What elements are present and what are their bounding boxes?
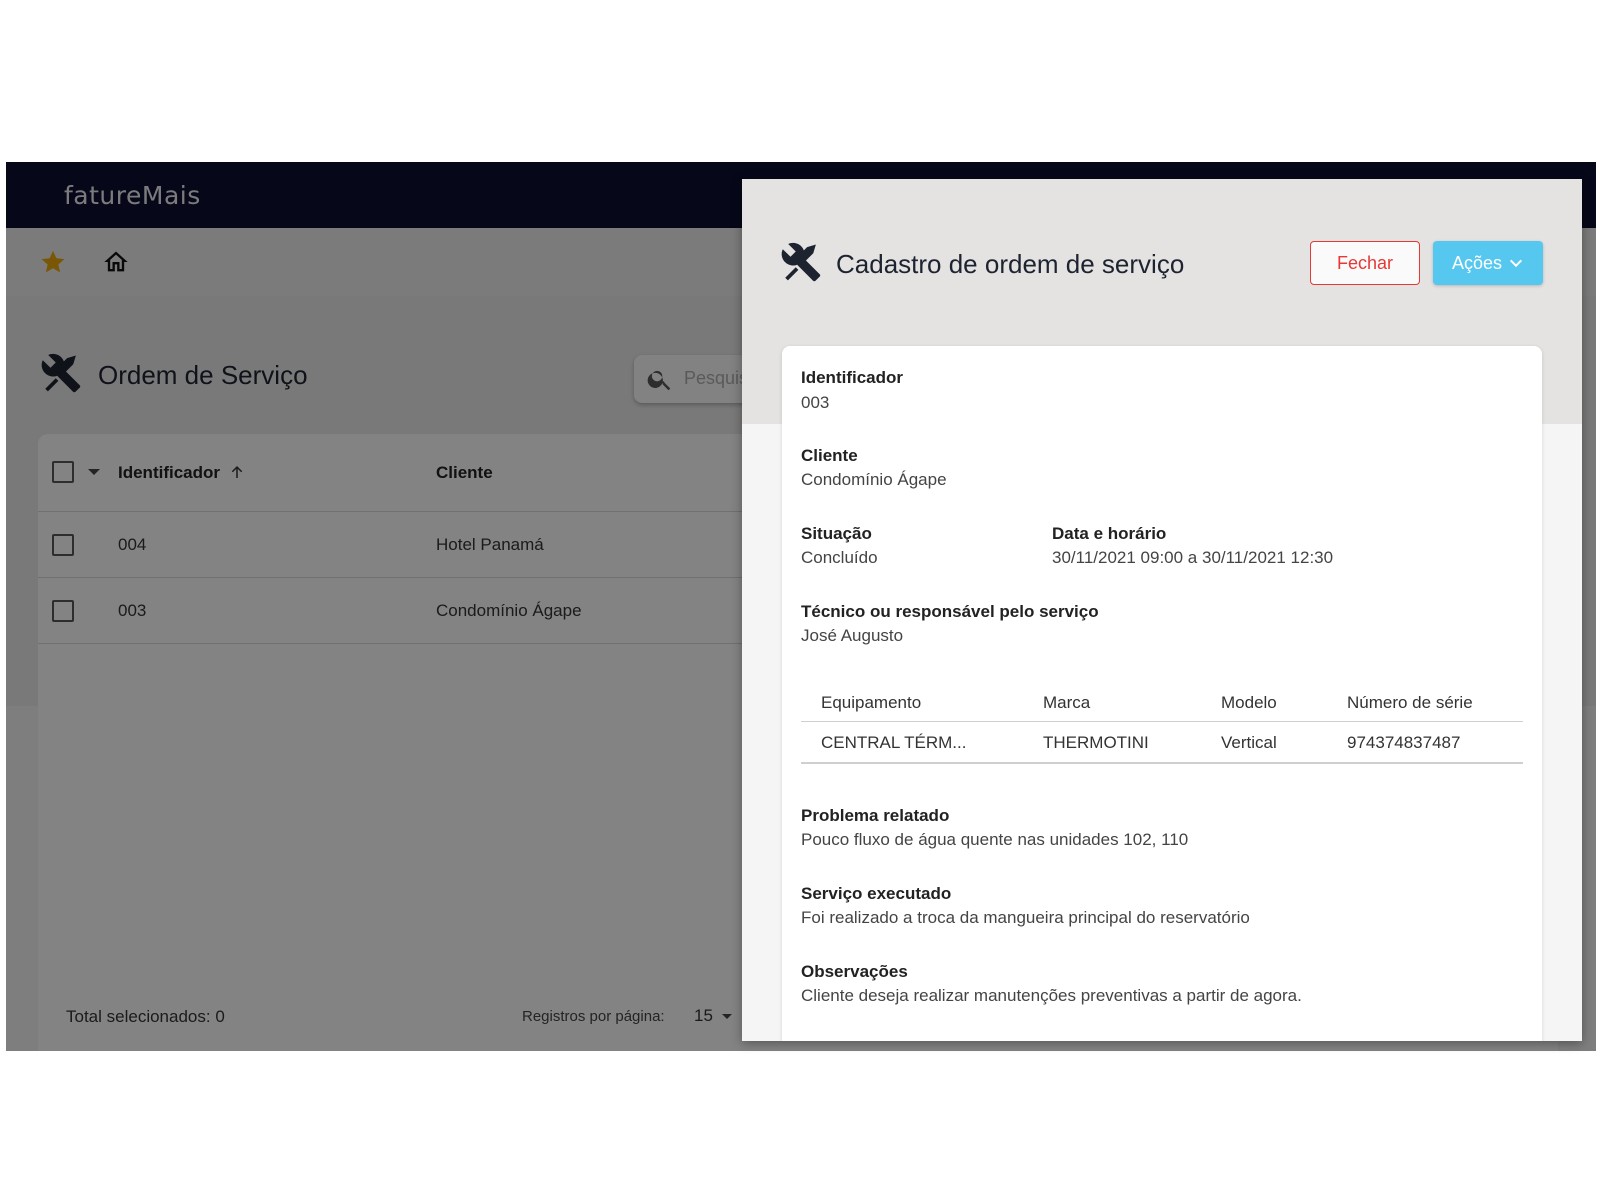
table-row[interactable]: CENTRAL TÉRM... THERMOTINI Vertical 9743… [801, 722, 1523, 764]
equipment-table-header: Equipamento Marca Modelo Número de série [801, 682, 1523, 722]
field-value-observacoes: Cliente deseja realizar manutenções prev… [801, 986, 1302, 1005]
field-label-data: Data e horário [1052, 524, 1167, 543]
field-value-identificador: 003 [801, 393, 830, 412]
cell-serie: 974374837487 [1347, 733, 1461, 752]
cell-modelo: Vertical [1221, 733, 1277, 752]
equipment-table: Equipamento Marca Modelo Número de série… [801, 682, 1523, 764]
chevron-down-icon [1509, 259, 1523, 268]
field-value-situacao: Concluído [801, 548, 878, 567]
field-value-servico: Foi realizado a troca da mangueira princ… [801, 908, 1250, 927]
column-header-equipamento: Equipamento [821, 693, 922, 712]
service-order-modal: Cadastro de ordem de serviço Fechar Açõe… [742, 179, 1582, 1041]
field-value-cliente: Condomínio Ágape [801, 470, 947, 489]
field-value-tecnico: José Augusto [801, 626, 904, 645]
field-label-servico: Serviço executado [801, 884, 952, 903]
field-label-observacoes: Observações [801, 962, 908, 981]
field-label-identificador: Identificador [801, 368, 904, 387]
column-header-modelo: Modelo [1221, 693, 1277, 712]
actions-button[interactable]: Ações [1433, 241, 1543, 285]
field-label-tecnico: Técnico ou responsável pelo serviço [801, 602, 1099, 621]
modal-title: Cadastro de ordem de serviço [836, 249, 1185, 279]
column-header-serie: Número de série [1347, 693, 1473, 712]
field-value-data: 30/11/2021 09:00 a 30/11/2021 12:30 [1052, 548, 1334, 567]
cell-marca: THERMOTINI [1043, 733, 1149, 752]
field-value-problema: Pouco fluxo de água quente nas unidades … [801, 830, 1189, 849]
close-button[interactable]: Fechar [1310, 241, 1420, 285]
field-label-situacao: Situação [801, 524, 872, 543]
tools-icon [781, 242, 821, 282]
cell-equipamento: CENTRAL TÉRM... [821, 733, 967, 752]
field-label-problema: Problema relatado [801, 806, 950, 825]
field-label-cliente: Cliente [801, 446, 858, 465]
details-card: Identificador 003 Cliente Condomínio Ága… [782, 346, 1542, 1041]
column-header-marca: Marca [1043, 693, 1091, 712]
actions-button-label: Ações [1451, 252, 1503, 273]
